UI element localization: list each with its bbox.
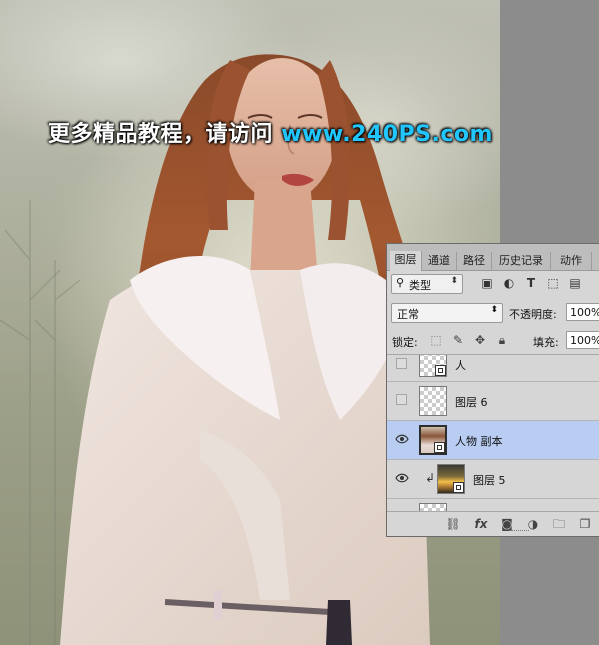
blend-mode-select[interactable]: 正常 ⬍ (391, 303, 503, 323)
layers-bottom-bar: ⛓ fx ◙ ◑ 🗀︎ ❐ (387, 511, 599, 536)
watermark-cn: 更多精品教程，请访问 (48, 122, 274, 147)
layers-panel: 图层 通道 路径 历史记录 动作 ⚲ 类型 ⬍ ▣ ◐ T ⬚ ▤ 正常 ⬍ 不… (386, 243, 599, 537)
link-layers-icon[interactable]: ⛓ (445, 516, 461, 532)
clipping-mask-arrow-icon: ↲ (425, 471, 436, 485)
layer-name: 人物 副本 (455, 435, 503, 448)
tab-history[interactable]: 历史记录 (492, 252, 551, 270)
layer-row-selected[interactable]: 人物 副本 (387, 421, 599, 460)
layer-thumbnail (419, 386, 447, 416)
layer-row[interactable]: 人 (387, 355, 599, 382)
adjustment-filter-icon[interactable]: ◐ (501, 275, 517, 291)
visibility-toggle[interactable] (396, 394, 407, 405)
fill-input[interactable]: 100% (566, 331, 599, 349)
fill-label: 填充: (533, 336, 559, 349)
layer-name: 图层 6 (455, 396, 488, 409)
fx-icon[interactable]: fx (473, 516, 489, 532)
layer-thumbnail (437, 464, 465, 494)
blend-mode-value: 正常 (397, 308, 419, 321)
tab-layers[interactable]: 图层 (390, 251, 422, 271)
smart-object-icon (435, 365, 446, 376)
new-layer-icon[interactable]: ❐ (577, 516, 593, 532)
shape-filter-icon[interactable]: ⬚ (545, 275, 561, 291)
visibility-toggle[interactable] (396, 358, 407, 369)
smart-object-icon (453, 482, 464, 493)
layer-row[interactable]: ↲ 图层 5 (387, 460, 599, 499)
layer-filter-row: ⚲ 类型 ⬍ ▣ ◐ T ⬚ ▤ (387, 274, 599, 296)
blend-row: 正常 ⬍ 不透明度: 100% (387, 302, 599, 324)
filter-kind-select[interactable]: ⚲ 类型 ⬍ (391, 274, 463, 294)
search-icon: ⚲ (396, 276, 405, 289)
opacity-input[interactable]: 100% (566, 303, 599, 321)
new-group-icon[interactable]: 🗀︎ (551, 516, 567, 532)
updown-arrow-icon: ⬍ (450, 276, 458, 286)
layer-list: 人 图层 6 人物 副本 ↲ 图层 5 (387, 354, 599, 512)
layer-name: 人 (455, 359, 466, 372)
layer-thumbnail (419, 425, 447, 455)
layer-name: 图层 5 (473, 474, 506, 487)
updown-arrow-icon: ⬍ (490, 305, 498, 315)
lock-all-icon[interactable]: 🔒︎ (495, 333, 509, 347)
resize-grip[interactable] (509, 530, 529, 534)
eye-icon[interactable] (395, 472, 409, 484)
smart-object-icon (434, 442, 445, 453)
smart-object-filter-icon[interactable]: ▤ (567, 275, 583, 291)
eye-icon[interactable] (395, 433, 409, 445)
pixel-filter-icon[interactable]: ▣ (479, 275, 495, 291)
tab-paths[interactable]: 路径 (457, 252, 492, 270)
watermark-url: www.240PS.com (281, 122, 493, 147)
lock-label: 锁定: (392, 336, 418, 349)
watermark-text: 更多精品教程，请访问 www.240PS.com (48, 116, 493, 148)
filter-kind-label: 类型 (409, 279, 431, 292)
panel-tabs: 图层 通道 路径 历史记录 动作 (387, 244, 599, 271)
tab-actions[interactable]: 动作 (551, 252, 592, 270)
lock-transparent-pixels-icon[interactable]: ⬚ (429, 333, 443, 347)
lock-row: 锁定: ⬚ ✎ ✥ 🔒︎ 填充: 100% (387, 330, 599, 352)
opacity-label: 不透明度: (509, 308, 557, 321)
lock-image-pixels-icon[interactable]: ✎ (451, 333, 465, 347)
lock-position-icon[interactable]: ✥ (473, 333, 487, 347)
type-filter-icon[interactable]: T (523, 275, 539, 291)
tab-channels[interactable]: 通道 (422, 252, 457, 270)
layer-thumbnail (419, 355, 447, 377)
layer-row[interactable]: 图层 6 (387, 382, 599, 421)
